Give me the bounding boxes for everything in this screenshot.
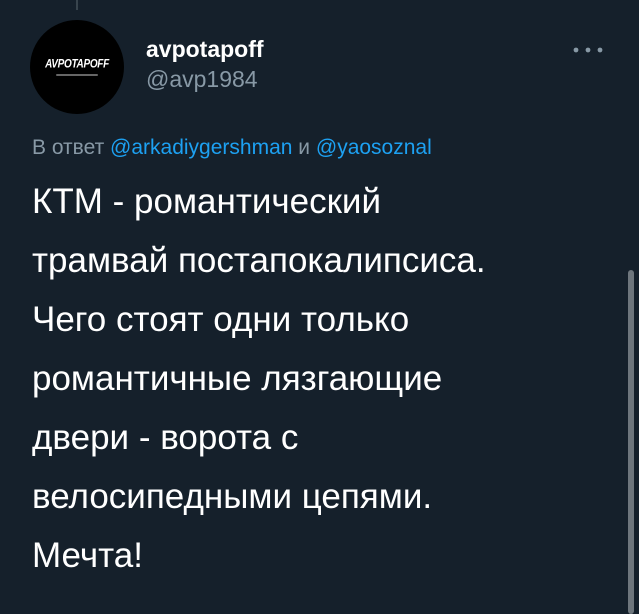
more-horizontal-icon bbox=[573, 47, 603, 53]
tweet-text-line: Мечта! bbox=[32, 536, 143, 575]
tweet-text: КТМ - романтический трамвай постапокалип… bbox=[32, 172, 612, 585]
tweet-text-line: двери - ворота с bbox=[32, 418, 299, 457]
mention-link-arkadiygershman[interactable]: @arkadiygershman bbox=[110, 136, 292, 159]
tweet-text-line: романтичные лязгающие bbox=[32, 359, 443, 398]
tweet-text-line: КТМ - романтический bbox=[32, 182, 382, 221]
reply-conjunction: и bbox=[298, 136, 311, 159]
author-display-name[interactable]: avpotapoff bbox=[146, 36, 264, 63]
tweet-text-line: Чего стоят одни только bbox=[32, 300, 410, 339]
author-handle[interactable]: @avp1984 bbox=[146, 66, 258, 93]
more-options-button[interactable] bbox=[568, 40, 608, 60]
scrollbar-thumb[interactable] bbox=[628, 270, 634, 614]
tweet-text-line: трамвай постапокалипсиса. bbox=[32, 241, 486, 280]
reply-prefix: В ответ bbox=[32, 136, 105, 159]
avatar[interactable]: AVPOTAPOFF bbox=[30, 20, 124, 114]
thread-connector-line bbox=[76, 0, 78, 10]
reply-context: В ответ @arkadiygershman и @yaosoznal bbox=[32, 136, 432, 160]
mention-link-yaosoznal[interactable]: @yaosoznal bbox=[316, 136, 432, 159]
avatar-logo-underline bbox=[56, 73, 98, 76]
avatar-logo-text: AVPOTAPOFF bbox=[45, 57, 109, 71]
tweet-text-line: велосипедными цепями. bbox=[32, 477, 433, 516]
